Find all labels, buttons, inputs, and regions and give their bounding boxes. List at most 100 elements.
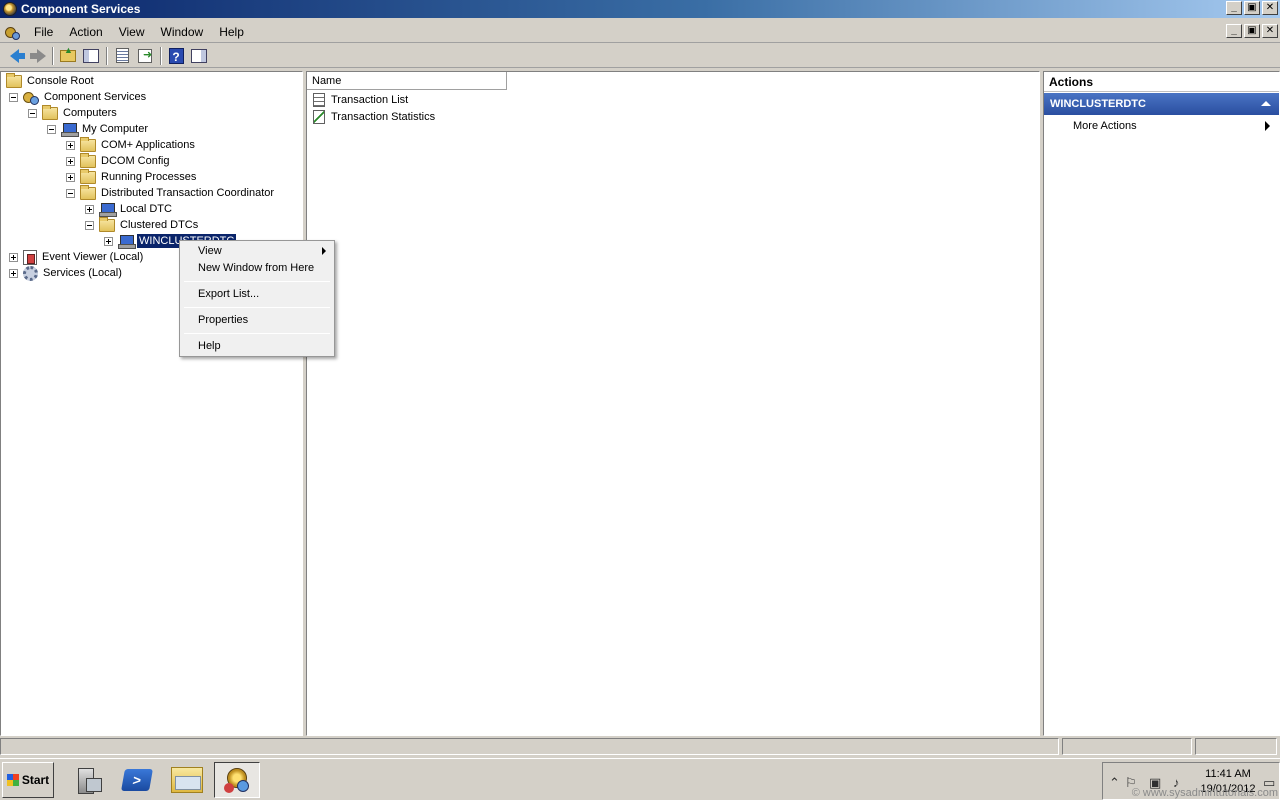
tree-node-console-root[interactable]: Console Root [6, 72, 96, 89]
tree-node-computers[interactable]: Computers [28, 104, 119, 121]
tree-node-services[interactable]: Services (Local) [9, 265, 124, 281]
tree-node-label[interactable]: COM+ Applications [99, 138, 197, 152]
tree-node-label[interactable]: Computers [61, 106, 119, 120]
expand-expander[interactable] [9, 252, 18, 262]
list-column-header: Name [307, 72, 507, 90]
tree-node-local-dtc[interactable]: Local DTC [85, 201, 174, 217]
collapse-expander[interactable] [9, 92, 18, 102]
services-gear-icon [23, 265, 38, 281]
restore-button[interactable]: ▣ [1244, 1, 1260, 15]
mmc-system-menu-icon[interactable] [4, 25, 20, 40]
menu-view[interactable]: View [111, 22, 153, 42]
taskbar-server-manager[interactable] [64, 762, 110, 798]
console-tree-pane[interactable]: Console Root Component Services Computer… [0, 71, 303, 736]
show-hide-action-pane-button[interactable] [188, 46, 210, 66]
expand-expander[interactable] [66, 156, 75, 166]
tree-node-label[interactable]: Running Processes [99, 170, 198, 184]
context-menu: View New Window from Here Export List...… [179, 240, 335, 357]
tree-node-label[interactable]: Services (Local) [41, 266, 124, 280]
result-list-pane[interactable]: Name Transaction List Transaction Statis… [306, 71, 1040, 736]
computer-icon [61, 122, 79, 137]
folder-icon [80, 152, 96, 168]
collapse-expander[interactable] [28, 108, 37, 118]
menu-action[interactable]: Action [61, 22, 110, 42]
collapse-expander[interactable] [66, 188, 75, 198]
forward-button[interactable] [26, 46, 48, 66]
context-menu-export-list[interactable]: Export List... [182, 286, 332, 303]
tree-node-component-services[interactable]: Component Services [9, 89, 148, 105]
menu-file[interactable]: File [26, 22, 61, 42]
tree-node-clustered-dtcs[interactable]: Clustered DTCs [85, 216, 200, 233]
tree-node-dcom-config[interactable]: DCOM Config [66, 152, 171, 169]
up-one-level-icon [60, 45, 76, 62]
start-button[interactable]: Start [2, 762, 54, 798]
list-item-transaction-list[interactable]: Transaction List [313, 92, 410, 108]
event-viewer-icon [23, 249, 37, 265]
tree-node-label[interactable]: Console Root [25, 74, 96, 88]
taskbar-component-services[interactable] [214, 762, 260, 798]
help-button[interactable]: ? [165, 46, 187, 66]
list-item-label[interactable]: Transaction List [329, 93, 410, 107]
context-menu-separator [184, 281, 330, 282]
actions-pane-title: Actions [1044, 72, 1279, 92]
status-bar [0, 738, 1280, 756]
menu-help[interactable]: Help [211, 22, 252, 42]
show-hidden-icons-icon[interactable]: ⌃ [1109, 775, 1120, 791]
window-controls: _ ▣ ✕ [1226, 1, 1278, 15]
list-item-label[interactable]: Transaction Statistics [329, 110, 437, 124]
child-close-button[interactable]: ✕ [1262, 24, 1278, 38]
tree-node-label[interactable]: Clustered DTCs [118, 218, 200, 232]
component-services-app-icon[interactable] [3, 2, 17, 16]
up-one-level-button[interactable] [57, 45, 79, 66]
expand-expander[interactable] [66, 140, 75, 150]
context-menu-view[interactable]: View [182, 243, 332, 260]
windows-logo-icon [6, 774, 19, 786]
start-label: Start [21, 773, 50, 787]
tree-node-label[interactable]: Distributed Transaction Coordinator [99, 186, 276, 200]
tree-node-label[interactable]: My Computer [80, 122, 150, 136]
folder-icon [80, 136, 96, 152]
column-name[interactable]: Name [307, 72, 507, 90]
tree-node-label[interactable]: Component Services [42, 90, 148, 104]
back-button[interactable] [3, 46, 25, 66]
tree-node-my-computer[interactable]: My Computer [47, 121, 150, 137]
expand-expander[interactable] [104, 236, 113, 246]
minimize-button[interactable]: _ [1226, 1, 1242, 15]
tree-node-event-viewer[interactable]: Event Viewer (Local) [9, 249, 145, 265]
tree-node-distributed-transaction-coordinator[interactable]: Distributed Transaction Coordinator [66, 184, 276, 201]
tree-node-running-processes[interactable]: Running Processes [66, 168, 198, 185]
show-hide-action-pane-icon [191, 48, 207, 63]
computer-icon [118, 234, 136, 249]
tree-node-label[interactable]: DCOM Config [99, 154, 171, 168]
menu-window[interactable]: Window [153, 22, 212, 42]
close-button[interactable]: ✕ [1262, 1, 1278, 15]
toolbar-separator [106, 46, 108, 65]
folder-icon [80, 168, 96, 184]
expand-expander[interactable] [66, 172, 75, 182]
actions-section-winclusterdtc[interactable]: WINCLUSTERDTC [1044, 93, 1279, 115]
tree-node-com-plus-applications[interactable]: COM+ Applications [66, 136, 197, 153]
forward-icon [29, 48, 46, 63]
show-hide-console-tree-button[interactable] [80, 46, 102, 66]
child-restore-button[interactable]: ▣ [1244, 24, 1260, 38]
collapse-expander[interactable] [47, 124, 56, 134]
export-button[interactable] [134, 46, 156, 66]
list-item-transaction-statistics[interactable]: Transaction Statistics [313, 109, 437, 125]
clock-time: 11:41 AM [1205, 768, 1251, 780]
context-menu-properties[interactable]: Properties [182, 312, 332, 329]
child-minimize-button[interactable]: _ [1226, 24, 1242, 38]
action-more-actions[interactable]: More Actions [1044, 115, 1279, 137]
server-manager-icon [74, 766, 102, 794]
expand-expander[interactable] [9, 268, 18, 278]
expand-expander[interactable] [85, 204, 94, 214]
taskbar-powershell[interactable]: > [114, 762, 160, 798]
tree-node-label[interactable]: Event Viewer (Local) [40, 250, 145, 264]
context-menu-new-window-from-here[interactable]: New Window from Here [182, 260, 332, 277]
collapse-expander[interactable] [85, 220, 94, 230]
context-menu-help[interactable]: Help [182, 338, 332, 355]
export-list-button[interactable] [111, 46, 133, 66]
actions-pane: Actions WINCLUSTERDTC More Actions [1043, 71, 1280, 736]
tree-node-label[interactable]: Local DTC [118, 202, 174, 216]
taskbar-windows-explorer[interactable] [164, 762, 210, 798]
context-menu-separator [184, 307, 330, 308]
